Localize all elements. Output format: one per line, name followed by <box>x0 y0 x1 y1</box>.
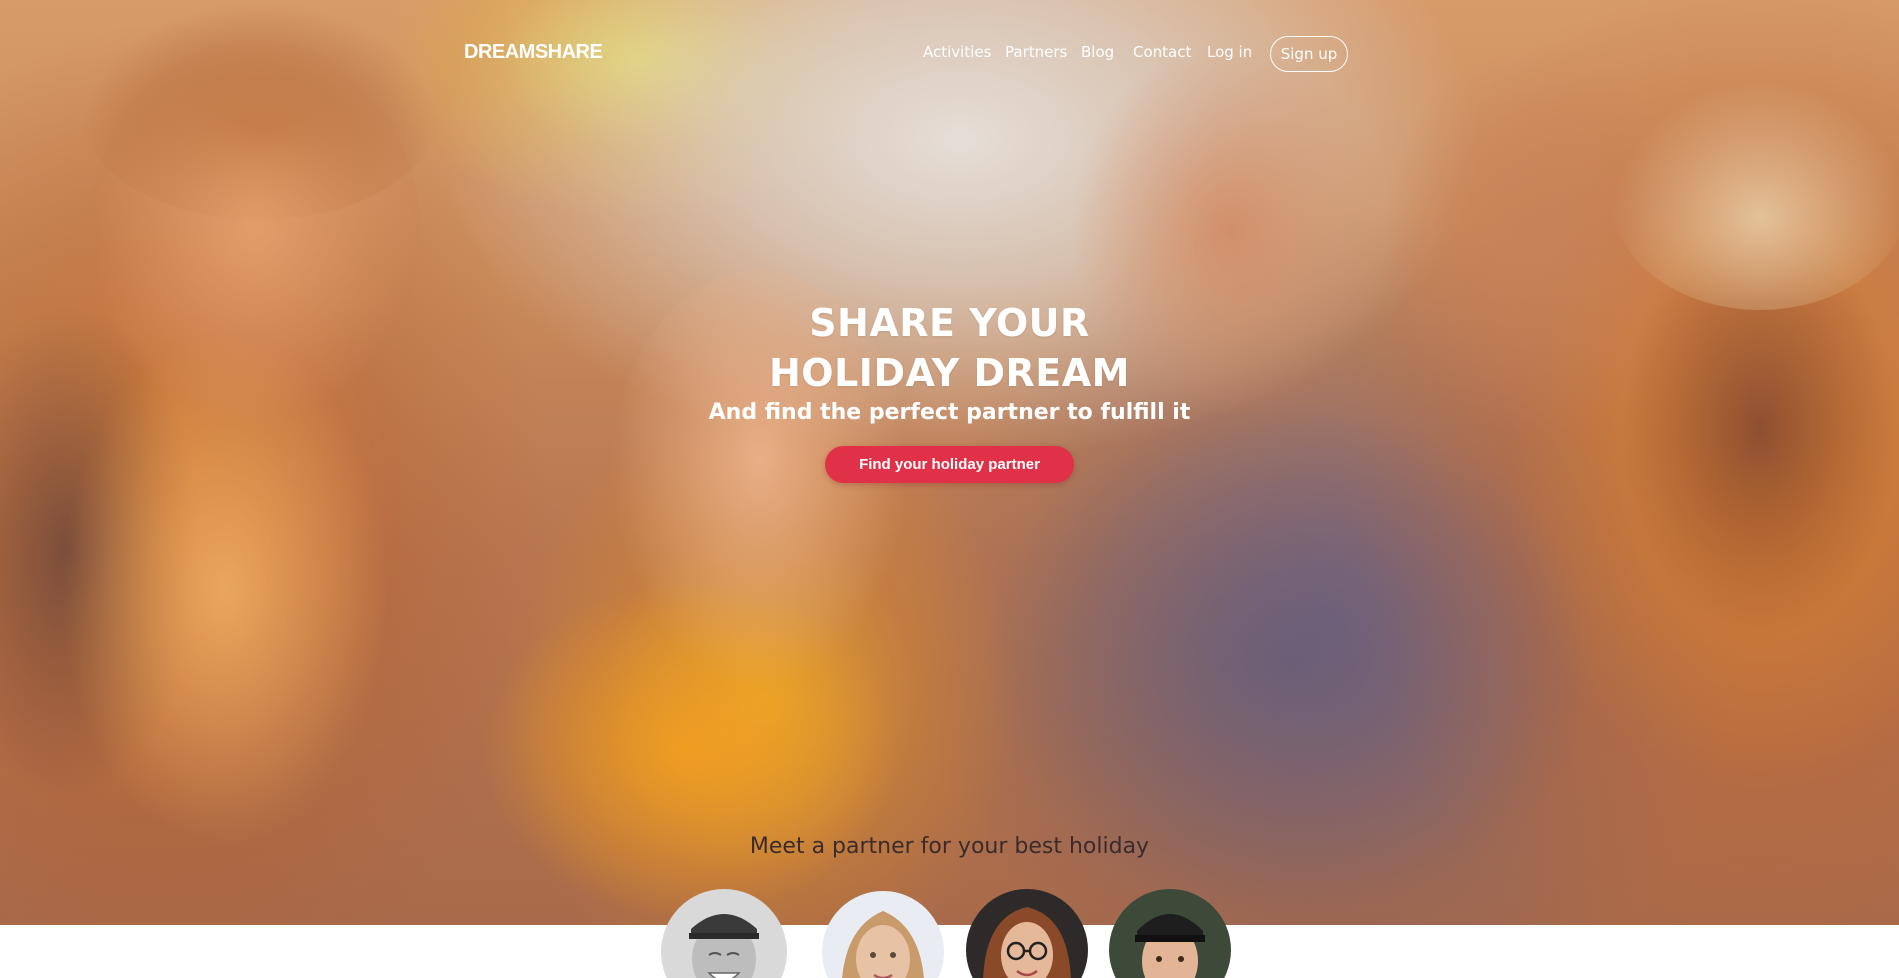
nav-link-contact[interactable]: Contact <box>1133 43 1191 61</box>
signup-button[interactable]: Sign up <box>1270 36 1348 72</box>
hero-headline-line-2: HOLIDAY DREAM <box>768 351 1130 395</box>
hero-photo-shape <box>1610 80 1899 310</box>
partners-section-title: Meet a partner for your best holiday <box>749 834 1150 859</box>
hero-headline-line-1: SHARE YOUR <box>809 301 1090 345</box>
top-navigation-bar: DREAMSHARE Activities Partners Blog Cont… <box>0 0 1899 110</box>
main-nav: Activities Partners Blog Contact Log in … <box>900 36 1350 74</box>
hero-photo-shape <box>480 580 900 920</box>
hero-section: DREAMSHARE Activities Partners Blog Cont… <box>0 0 1899 925</box>
nav-link-partners[interactable]: Partners <box>1005 43 1067 61</box>
nav-link-login[interactable]: Log in <box>1207 43 1252 61</box>
find-partner-button[interactable]: Find your holiday partner <box>825 446 1074 483</box>
hero-headline: SHARE YOUR HOLIDAY DREAM <box>0 298 1899 398</box>
nav-link-activities[interactable]: Activities <box>923 43 991 61</box>
nav-link-blog[interactable]: Blog <box>1081 43 1114 61</box>
hero-subheadline: And find the perfect partner to fulfill … <box>708 400 1191 425</box>
hero-photo-shape <box>1620 220 1899 640</box>
landing-page: DREAMSHARE Activities Partners Blog Cont… <box>0 0 1899 978</box>
site-logo[interactable]: DREAMSHARE <box>464 41 603 64</box>
